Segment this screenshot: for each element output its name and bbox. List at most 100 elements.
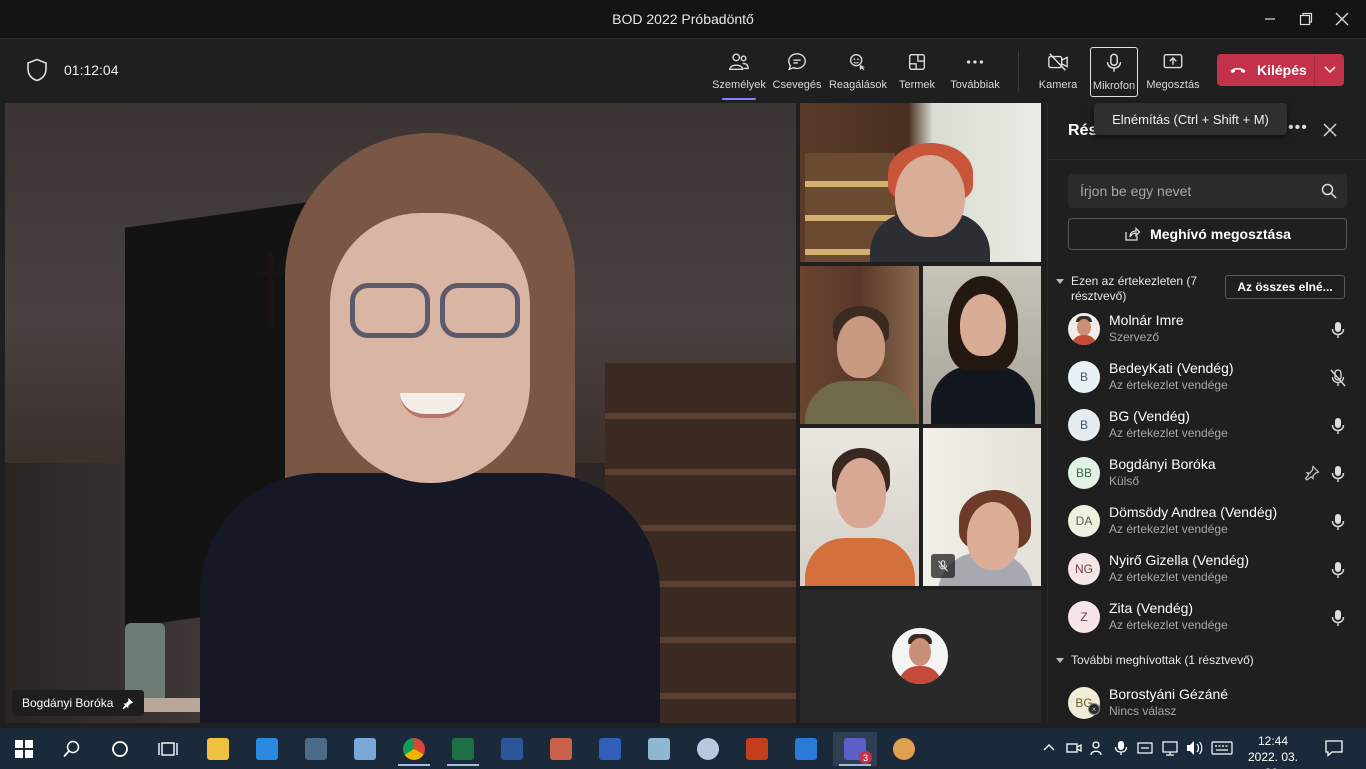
- restore-icon: [1299, 12, 1313, 26]
- avatar: B: [1068, 361, 1100, 393]
- shield-icon: [27, 58, 47, 82]
- minimize-button[interactable]: [1250, 6, 1290, 32]
- notification-center-icon[interactable]: [1325, 739, 1343, 757]
- ime-tray-icon[interactable]: [1137, 740, 1153, 756]
- calculator-app[interactable]: [294, 732, 338, 766]
- cortana-circle-icon: [112, 741, 128, 757]
- film-icon: [599, 738, 621, 760]
- participant-row[interactable]: Molnár Imre Szervező: [1068, 307, 1358, 351]
- leave-options-button[interactable]: [1315, 66, 1344, 74]
- video-tile-1[interactable]: [800, 103, 1041, 262]
- paint-tool-app[interactable]: [539, 732, 583, 766]
- participant-row[interactable]: NG Nyirő Gizella (Vendég) Az értekezlet …: [1068, 547, 1358, 591]
- hang-up-icon: [1230, 67, 1246, 73]
- store-icon: [256, 738, 278, 760]
- video-tile-5[interactable]: [923, 428, 1041, 586]
- close-window-button[interactable]: [1322, 6, 1362, 32]
- network-app[interactable]: [343, 732, 387, 766]
- tile-face: [895, 155, 965, 237]
- chevron-up-icon[interactable]: [1043, 742, 1055, 752]
- reactions-button[interactable]: Reagálások: [828, 47, 888, 97]
- participant-role: Külső: [1109, 474, 1140, 488]
- participant-row[interactable]: DA Dömsödy Andrea (Vendég) Az értekezlet…: [1068, 499, 1358, 543]
- mail-app[interactable]: [784, 732, 828, 766]
- video-tile-2[interactable]: [800, 266, 919, 424]
- teams-app[interactable]: 3: [833, 732, 877, 766]
- taskbar-search-button[interactable]: [50, 732, 94, 766]
- start-button[interactable]: [2, 732, 46, 766]
- paint-3d-app[interactable]: [882, 732, 926, 766]
- mute-all-button[interactable]: Az összes elné...: [1225, 275, 1345, 299]
- video-tile-3[interactable]: [923, 266, 1041, 424]
- invited-row[interactable]: BG × Borostyáni Gézáné Nincs válasz: [1068, 681, 1358, 725]
- participant-row[interactable]: Z Zita (Vendég) Az értekezlet vendége: [1068, 595, 1358, 639]
- powerpoint-app[interactable]: [735, 732, 779, 766]
- participant-row[interactable]: BB Bogdányi Boróka Külső: [1068, 451, 1358, 495]
- avatar: B: [1068, 409, 1100, 441]
- main-video-name: Bogdányi Boróka: [22, 696, 114, 710]
- people-icon: [729, 53, 749, 71]
- participant-search-input[interactable]: [1068, 174, 1321, 208]
- panel-more-button[interactable]: •••: [1288, 119, 1308, 137]
- more-button[interactable]: Továbbiak: [948, 47, 1002, 97]
- maximize-button[interactable]: [1286, 6, 1326, 32]
- task-view-icon: [158, 742, 178, 756]
- camera-button[interactable]: Kamera: [1036, 47, 1080, 97]
- microphone-icon: [1106, 53, 1122, 72]
- paint-app[interactable]: [686, 732, 730, 766]
- microphone-icon: [1331, 322, 1345, 338]
- file-explorer-app[interactable]: [196, 732, 240, 766]
- main-video-nameplate: Bogdányi Boróka: [12, 690, 145, 716]
- participant-role: Az értekezlet vendége: [1109, 618, 1228, 632]
- participant-row[interactable]: B BG (Vendég) Az értekezlet vendége: [1068, 403, 1358, 447]
- word-app[interactable]: [490, 732, 534, 766]
- participant-name: Nyirő Gizella (Vendég): [1109, 552, 1250, 568]
- store-app[interactable]: [245, 732, 289, 766]
- microphone-icon: [1331, 562, 1345, 578]
- toolbar-divider: [1018, 51, 1019, 91]
- panel-close-icon[interactable]: [1322, 122, 1338, 138]
- microphone-button[interactable]: Mikrofon: [1090, 47, 1138, 97]
- participant-row[interactable]: B BedeyKati (Vendég) Az értekezlet vendé…: [1068, 355, 1358, 399]
- cortana-button[interactable]: [98, 732, 142, 766]
- tile-torso: [931, 366, 1035, 424]
- notes-app[interactable]: [637, 732, 681, 766]
- no-response-status-icon: ×: [1088, 703, 1100, 715]
- people-tray-icon[interactable]: [1090, 740, 1106, 756]
- camera-tray-icon[interactable]: [1066, 740, 1082, 756]
- taskbar-clock[interactable]: 12:44 2022. 03. 30.: [1238, 733, 1308, 769]
- share-button[interactable]: Megosztás: [1145, 47, 1201, 97]
- excel-app[interactable]: [441, 732, 485, 766]
- teams-window: BOD 2022 Próbadöntő 01:12:04 Személyek C…: [0, 0, 1366, 769]
- leave-button[interactable]: Kilépés: [1217, 54, 1314, 86]
- reactions-label: Reagálások: [828, 79, 888, 91]
- meeting-timer: 01:12:04: [64, 62, 119, 78]
- people-button[interactable]: Személyek: [712, 47, 766, 100]
- pin-icon[interactable]: [1304, 465, 1320, 481]
- camera-off-icon: [1048, 53, 1068, 71]
- microphone-tray-icon[interactable]: [1114, 740, 1128, 756]
- panel-divider: [1048, 159, 1366, 160]
- main-video[interactable]: [5, 103, 796, 723]
- window-title: BOD 2022 Próbadöntő: [612, 11, 754, 27]
- participant-name: Borostyáni Gézáné: [1109, 686, 1229, 702]
- tile-mute-badge: [931, 554, 955, 578]
- folder-icon: [207, 738, 229, 760]
- chrome-app[interactable]: [392, 732, 436, 766]
- keyboard-icon[interactable]: [1211, 741, 1233, 755]
- video-tile-4[interactable]: [800, 428, 919, 586]
- invited-section-toggle[interactable]: További meghívottak (1 résztvevő): [1056, 653, 1254, 667]
- chat-button[interactable]: Csevegés: [772, 47, 822, 97]
- in-meeting-section-toggle[interactable]: Ezen az értekezleten (7 résztvevő): [1056, 274, 1221, 304]
- volume-icon[interactable]: [1186, 740, 1204, 756]
- search-icon: [63, 740, 80, 758]
- media-app[interactable]: [588, 732, 632, 766]
- meeting-toolbar: 01:12:04 Személyek Csevegés Reagálások T…: [0, 38, 1366, 102]
- search-icon[interactable]: [1321, 183, 1337, 199]
- network-tray-icon[interactable]: [1162, 740, 1178, 756]
- avatar: [1068, 313, 1100, 345]
- task-view-button[interactable]: [146, 732, 190, 766]
- rooms-button[interactable]: Termek: [895, 47, 939, 97]
- video-tile-avatar[interactable]: [800, 590, 1041, 723]
- share-invite-button[interactable]: Meghívó megosztása: [1068, 218, 1347, 250]
